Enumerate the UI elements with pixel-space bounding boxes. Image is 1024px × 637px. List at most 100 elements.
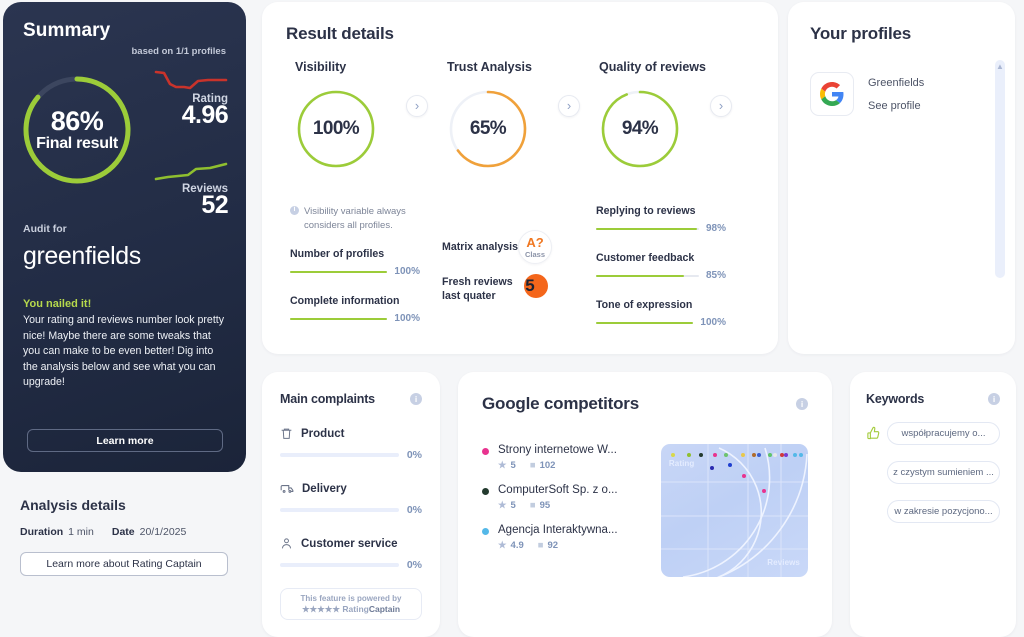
progress-track xyxy=(280,453,399,457)
gauge-visibility-ring: 100% xyxy=(295,88,377,170)
complaint-delivery-value: 0% xyxy=(406,504,422,516)
gauge-trust-analysis-label: Trust Analysis xyxy=(447,60,532,74)
fresh-reviews-count-badge: 5 xyxy=(518,274,548,304)
see-profile-link[interactable]: See profile xyxy=(868,100,924,112)
scatter-point xyxy=(712,452,717,457)
info-icon[interactable]: i xyxy=(410,393,422,405)
complaint-item-customer-service: Customer service 0% xyxy=(280,537,422,571)
scatter-point xyxy=(767,452,772,457)
metric-number-of-profiles-value: 100% xyxy=(394,266,420,277)
competitor-info: ComputerSoft Sp. z o... ★ 5 ■ 95 xyxy=(498,484,618,511)
complaint-customer-service-value: 0% xyxy=(406,559,422,571)
competitor-color-dot xyxy=(482,488,489,495)
final-result-label: Final result xyxy=(36,134,118,152)
gauge-quality-of-reviews-ring: 94% xyxy=(599,88,681,170)
result-details-title: Result details xyxy=(286,24,394,43)
competitor-stats: ★ 5 ■ 95 xyxy=(498,500,618,511)
person-icon xyxy=(281,538,292,549)
summary-title: Summary xyxy=(23,20,111,41)
complaint-item-delivery: Delivery 0% xyxy=(280,482,422,516)
competitor-list-item[interactable]: ComputerSoft Sp. z o... ★ 5 ■ 95 xyxy=(482,484,661,511)
competitor-info: Agencja Interaktywna... ★ 4.9 ■ 92 xyxy=(498,524,618,551)
analysis-details-title: Analysis details xyxy=(20,497,126,513)
competitors-scatter-chart[interactable]: Rating Reviews xyxy=(660,444,808,577)
complaint-delivery-head: Delivery xyxy=(280,482,422,495)
brand-rating: Rating xyxy=(342,603,369,614)
nailed-body-text: Your rating and reviews number look pret… xyxy=(23,314,224,389)
fresh-reviews-count: 5 xyxy=(525,276,535,295)
gauge-trust-analysis: Trust Analysis 65% xyxy=(447,60,532,170)
google-competitors-card: Google competitors i Strony internetowe … xyxy=(458,372,832,637)
final-result-percent: 86% xyxy=(50,106,104,137)
competitor-list-item[interactable]: Agencja Interaktywna... ★ 4.9 ■ 92 xyxy=(482,524,661,551)
complaint-customer-service-bar: 0% xyxy=(280,559,422,571)
keywords-card: Keywords i współpracujemy o... z czystym… xyxy=(850,372,1016,637)
info-icon[interactable]: i xyxy=(988,393,1000,405)
rating-metric: Rating 4.96 xyxy=(154,68,229,130)
learn-more-rating-captain-button[interactable]: Learn more about Rating Captain xyxy=(20,552,228,576)
brand-captain: Captain xyxy=(368,603,401,614)
progress-fill xyxy=(290,270,388,273)
competitor-name: ComputerSoft Sp. z o... xyxy=(498,484,618,496)
review-bubble-icon: ■ xyxy=(537,540,544,551)
competitor-list: Strony internetowe W... ★ 5 ■ 102 Comput… xyxy=(482,444,661,577)
gauge-quality-of-reviews: Quality of reviews 94% xyxy=(599,60,706,170)
metric-complete-information: Complete information 100% xyxy=(290,295,420,324)
competitor-color-dot xyxy=(482,528,489,535)
competitor-list-item[interactable]: Strony internetowe W... ★ 5 ■ 102 xyxy=(482,444,661,471)
visibility-info-note: i Visibility variable always considers a… xyxy=(290,205,440,234)
competitor-stats: ★ 4.9 ■ 92 xyxy=(498,540,618,551)
metric-tone-of-expression-bar: 100% xyxy=(596,317,726,328)
keyword-chip[interactable]: z czystym sumieniem ... xyxy=(887,461,1000,484)
competitor-info: Strony internetowe W... ★ 5 ■ 102 xyxy=(498,444,617,471)
keywords-header: Keywords i xyxy=(866,392,1000,406)
progress-track xyxy=(596,321,694,324)
reviews-sparkline-icon xyxy=(154,162,228,181)
competitor-reviews: 92 xyxy=(547,540,559,551)
learn-more-button[interactable]: Learn more xyxy=(27,429,223,452)
keyword-chip[interactable]: współpracujemy o... xyxy=(887,422,1000,445)
metric-customer-feedback-label: Customer feedback xyxy=(596,252,695,264)
summary-card: Summary based on 1/1 profiles 86% Final … xyxy=(3,2,246,472)
chevron-right-icon: › xyxy=(718,97,724,113)
gauge-trust-analysis-expand-button[interactable]: › xyxy=(558,95,580,117)
profiles-scrollbar[interactable]: ▲ xyxy=(995,60,1005,278)
scatter-point xyxy=(723,452,728,457)
google-logo-icon xyxy=(810,72,854,116)
gauge-trust-analysis-value: 65% xyxy=(469,118,507,139)
google-competitors-body: Strony internetowe W... ★ 5 ■ 102 Comput… xyxy=(482,444,808,577)
complaint-product-label: Product xyxy=(301,427,345,440)
keyword-chip[interactable]: w zakresie pozycjono... xyxy=(887,500,1000,523)
profile-list-item[interactable]: Greenfields See profile xyxy=(810,72,993,116)
star-icon: ★ xyxy=(498,460,507,471)
progress-fill xyxy=(596,321,694,324)
powered-by-brand: ★★★★★ RatingCaptain xyxy=(302,604,400,615)
scatter-point xyxy=(773,452,778,457)
date-label: Date xyxy=(111,526,135,538)
main-complaints-title: Main complaints xyxy=(280,392,375,406)
info-icon[interactable]: i xyxy=(796,398,808,410)
duration-label: Duration xyxy=(20,526,64,538)
metric-number-of-profiles-label: Number of profiles xyxy=(290,248,385,260)
your-profiles-card: Your profiles Greenfields See profile ▲ xyxy=(788,2,1015,354)
progress-track xyxy=(596,227,699,230)
final-result-donut: 86% Final result xyxy=(19,72,135,188)
metric-number-of-profiles-bar: 100% xyxy=(290,266,420,277)
audit-company-name: greenfields xyxy=(23,242,141,270)
gauge-visibility-expand-button[interactable]: › xyxy=(406,95,428,117)
profile-meta: Greenfields See profile xyxy=(868,77,924,112)
fresh-reviews-label-line2: last quater xyxy=(442,290,496,302)
gauges-row: Visibility 100% › Trust Analysis 65% › Q… xyxy=(286,60,754,210)
scatter-point xyxy=(751,452,756,457)
chevron-up-icon: ▲ xyxy=(996,62,1004,71)
scatter-point xyxy=(757,452,762,457)
fresh-reviews-row: Fresh reviews last quater 5 xyxy=(442,274,548,304)
complaint-product-bar: 0% xyxy=(280,449,422,461)
gauge-quality-of-reviews-value: 94% xyxy=(621,118,659,139)
main-complaints-card: Main complaints i Product 0% Delivery 0%… xyxy=(262,372,440,637)
fresh-reviews-label: Fresh reviews last quater xyxy=(442,275,518,304)
competitor-reviews: 102 xyxy=(539,460,556,471)
gauge-quality-of-reviews-expand-button[interactable]: › xyxy=(710,95,732,117)
fresh-reviews-label-line1: Fresh reviews xyxy=(442,275,513,288)
metric-number-of-profiles: Number of profiles 100% xyxy=(290,248,420,277)
